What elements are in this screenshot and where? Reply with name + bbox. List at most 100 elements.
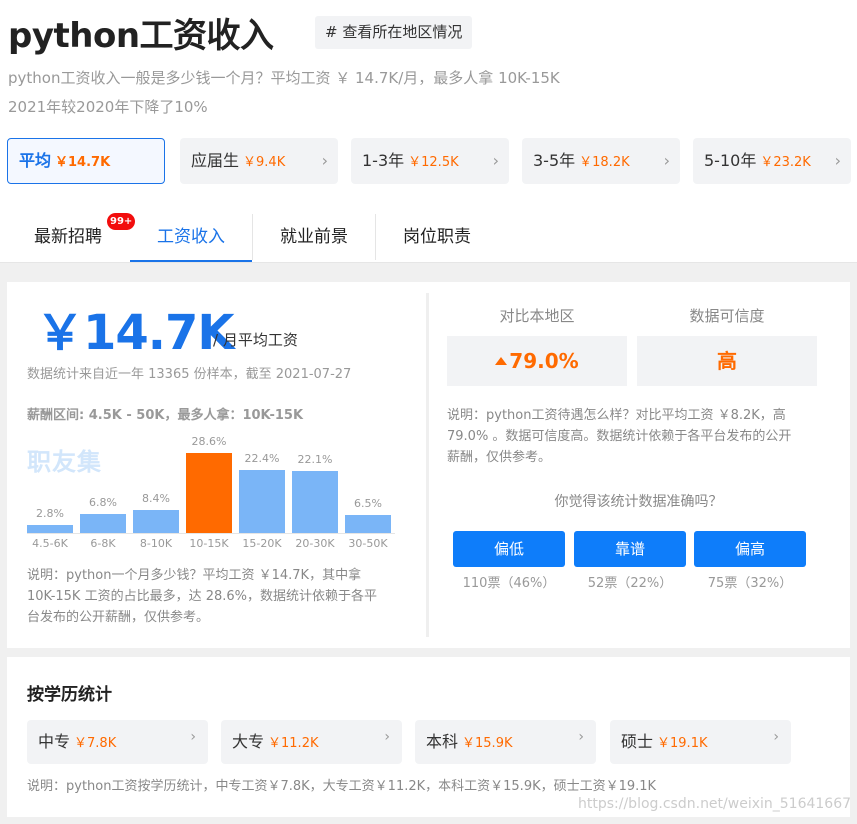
chart-bar [239, 470, 285, 533]
salary-distribution-chart: 2.8% 4.5-6K 6.8% 6-8K 8.4% 8-10K 28.6% 10-15K 22… [27, 428, 397, 558]
edu-item-college[interactable]: 大专 ￥11.2K › [221, 720, 402, 764]
tier-label: 应届生 [191, 151, 240, 170]
tier-value: ￥14.7K [55, 155, 111, 170]
vote-high-count: 75票（32%） [707, 576, 793, 591]
chevron-right-icon: › [492, 151, 499, 170]
bar-value-label: 28.6% [191, 435, 227, 448]
edu-item-master[interactable]: 硕士 ￥19.1K › [610, 720, 791, 764]
tier-average[interactable]: 平均 ￥14.7K [7, 138, 165, 184]
bar-value-label: 22.4% [244, 452, 280, 465]
bar-category-label: 8-10K [139, 537, 173, 550]
tier-value: ￥18.2K [579, 155, 630, 170]
chart-bar [345, 515, 391, 533]
page-title: python工资收入 [8, 16, 274, 56]
tab-label: 工资收入 [157, 227, 225, 247]
csdn-watermark: https://blog.csdn.net/weixin_51641667 [578, 796, 852, 812]
bar-category-label: 10-15K [189, 537, 229, 550]
arrow-up-icon [495, 356, 508, 365]
tier-fresh-grad[interactable]: 应届生 ￥9.4K › [180, 138, 338, 184]
tab-label: 岗位职责 [403, 227, 471, 247]
summary-line-2: 2021年较2020年下降了10% [8, 98, 208, 116]
edu-label: 本科 [426, 732, 459, 751]
bar-category-label: 30-50K [348, 537, 388, 550]
compare-local-value: 79.0% [509, 349, 579, 373]
bar-value-label: 2.8% [36, 507, 64, 520]
note-line: 说明：python工资待遇怎么样？对比平均工资 ￥8.2K，高 [447, 408, 786, 423]
average-salary: ￥14.7K [36, 305, 235, 361]
summary-line-1: python工资收入一般是多少钱一个月？平均工资 ￥ 14.7K/月，最多人拿 … [8, 69, 560, 87]
note-line: 说明：python一个月多少钱？平均工资 ￥14.7K，其中拿 [27, 568, 362, 583]
reliability-box: 高 [637, 336, 817, 386]
chart-bar [133, 510, 179, 533]
tab-prospects[interactable]: 就业前景 [253, 212, 375, 262]
tier-5-10-years[interactable]: 5-10年 ￥23.2K › [693, 138, 851, 184]
region-button[interactable]: # 查看所在地区情况 [315, 16, 473, 49]
chevron-right-icon: › [384, 729, 390, 745]
edu-label: 大专 [232, 732, 265, 751]
edu-value: ￥11.2K [268, 736, 319, 751]
edu-value: ￥7.8K [74, 736, 117, 751]
bar-value-label: 22.1% [297, 453, 333, 466]
edu-item-vocational[interactable]: 中专 ￥7.8K › [27, 720, 208, 764]
vote-high-button[interactable]: 偏高 [694, 531, 806, 567]
edu-value: ￥19.1K [657, 736, 708, 751]
chart-bar [292, 471, 338, 533]
vote-accurate-button[interactable]: 靠谱 [574, 531, 686, 567]
edu-label: 中专 [38, 732, 71, 751]
note-line: 79.0% 。数据可信度高。数据统计依赖于各平台发布的公开 [447, 429, 792, 444]
edu-item-bachelor[interactable]: 本科 ￥15.9K › [415, 720, 596, 764]
education-title: 按学历统计 [27, 685, 112, 705]
tab-salary[interactable]: 工资收入 [130, 212, 252, 262]
tier-label: 1-3年 [362, 151, 405, 170]
bar-category-label: 20-30K [295, 537, 335, 550]
edu-value: ￥15.9K [462, 736, 513, 751]
salary-range: 薪酬区间: 4.5K - 50K，最多人拿：10K-15K [27, 408, 304, 423]
bar-value-label: 6.8% [89, 496, 117, 509]
chart-bar [80, 514, 126, 533]
chart-bar [27, 525, 73, 533]
chevron-right-icon: › [578, 729, 584, 745]
chevron-right-icon: › [190, 729, 196, 745]
bar-value-label: 6.5% [354, 497, 382, 510]
tier-value: ￥23.2K [760, 155, 811, 170]
vote-low-button[interactable]: 偏低 [453, 531, 565, 567]
tier-label: 平均 [19, 151, 52, 170]
tab-duties[interactable]: 岗位职责 [376, 212, 498, 262]
tier-label: 3-5年 [533, 151, 576, 170]
tier-value: ￥12.5K [408, 155, 459, 170]
data-source: 数据统计来自近一年 13365 份样本，截至 2021-07-27 [27, 367, 352, 382]
note-line: 10K-15K 工资的占比最多，达 28.6%，数据统计依赖于各平 [27, 589, 378, 604]
note-line: 薪酬，仅供参考。 [447, 450, 552, 465]
edu-label: 硕士 [621, 732, 654, 751]
compare-local-label: 对比本地区 [499, 307, 575, 325]
chart-bar [186, 453, 232, 533]
accuracy-question: 你觉得该统计数据准确吗？ [554, 494, 723, 510]
compare-note: 说明：python工资待遇怎么样？对比平均工资 ￥8.2K，高 79.0% 。数… [447, 405, 791, 468]
chevron-right-icon: › [773, 729, 779, 745]
chevron-right-icon: › [321, 151, 328, 170]
reliability-label: 数据可信度 [689, 307, 765, 325]
note-line: 台发布的公开薪酬，仅供参考。 [27, 610, 210, 625]
chevron-right-icon: › [834, 151, 841, 170]
salary-note: 说明：python一个月多少钱？平均工资 ￥14.7K，其中拿 10K-15K … [27, 565, 377, 628]
bar-category-label: 4.5-6K [32, 537, 68, 550]
education-note: 说明：python工资按学历统计，中专工资￥7.8K，大专工资￥11.2K，本科… [27, 779, 657, 794]
page-header: python工资收入 # 查看所在地区情况 python工资收入一般是多少钱一个… [0, 0, 857, 262]
chart-axis [27, 533, 395, 534]
vote-accurate-count: 52票（22%） [587, 576, 673, 591]
tab-label: 就业前景 [280, 227, 348, 247]
tier-1-3-years[interactable]: 1-3年 ￥12.5K › [351, 138, 509, 184]
tier-label: 5-10年 [704, 151, 757, 170]
tab-label: 最新招聘 [34, 227, 102, 247]
salary-unit: / 月平均工资 [213, 331, 298, 349]
panel-divider [426, 293, 429, 637]
tier-3-5-years[interactable]: 3-5年 ￥18.2K › [522, 138, 680, 184]
reliability-value: 高 [717, 349, 737, 373]
bar-category-label: 15-20K [242, 537, 282, 550]
tier-value: ￥9.4K [243, 155, 286, 170]
vote-low-count: 110票（46%） [462, 576, 556, 591]
compare-local-box: 79.0% [447, 336, 627, 386]
chevron-right-icon: › [663, 151, 670, 170]
bar-value-label: 8.4% [142, 492, 170, 505]
bar-category-label: 6-8K [90, 537, 116, 550]
